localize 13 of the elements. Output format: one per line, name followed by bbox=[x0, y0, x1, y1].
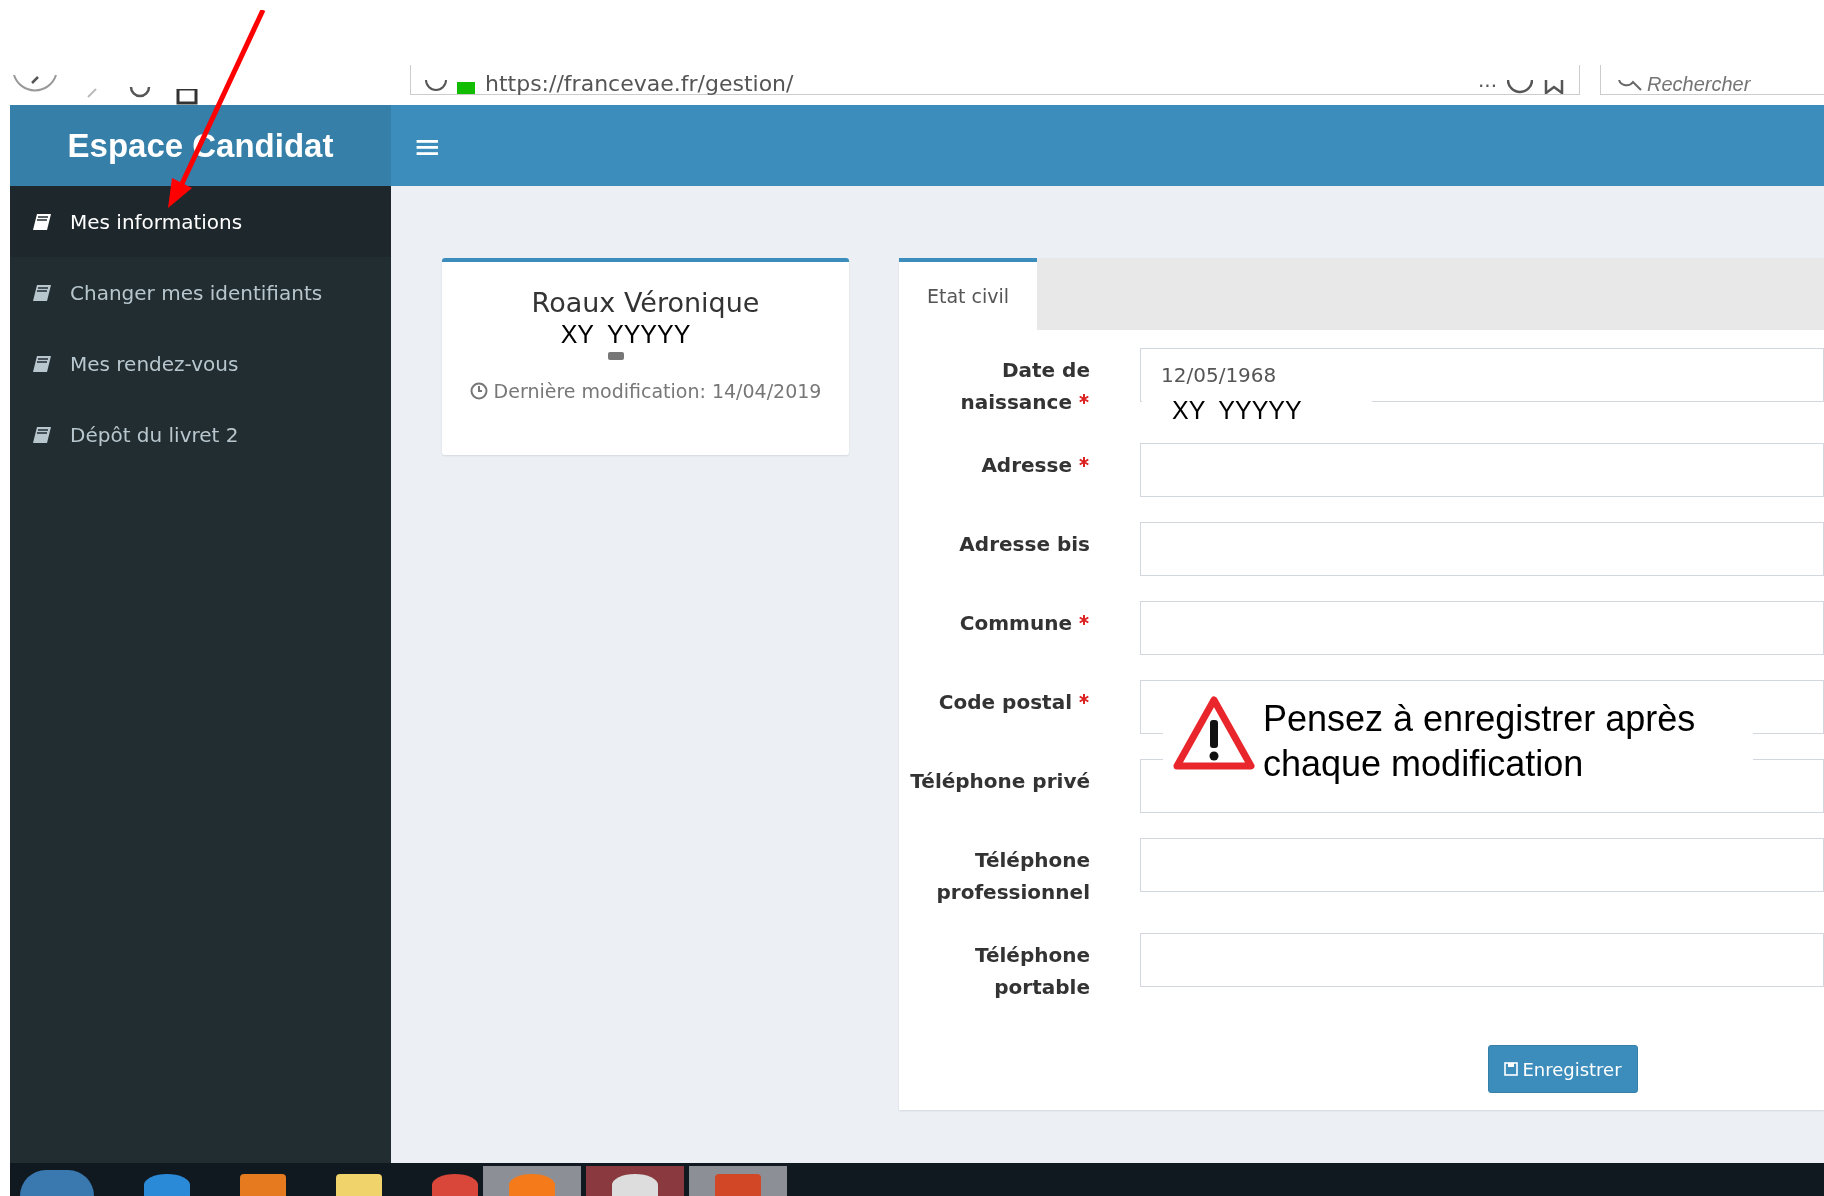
field-label: Téléphone privé bbox=[910, 769, 1090, 793]
field-label: Adresse bis bbox=[959, 532, 1090, 556]
callout-text: Pensez à enregistrer après chaque modification bbox=[1263, 697, 1697, 786]
field-label: Commune bbox=[959, 611, 1072, 635]
field-label: Code postal bbox=[938, 690, 1072, 714]
field-label: Téléphone portable bbox=[974, 943, 1090, 999]
field-label: Date de naissance bbox=[960, 358, 1090, 414]
redaction-label: XY YYYYY bbox=[560, 320, 691, 349]
url-text: https://francevae.fr/gestion/ bbox=[485, 74, 794, 94]
field-label: Téléphone professionnel bbox=[936, 848, 1090, 904]
field-label: Adresse bbox=[981, 453, 1072, 477]
last-modified: Dernière modification: 14/04/2019 bbox=[469, 380, 822, 402]
profile-name: Roaux Véronique bbox=[531, 286, 760, 320]
